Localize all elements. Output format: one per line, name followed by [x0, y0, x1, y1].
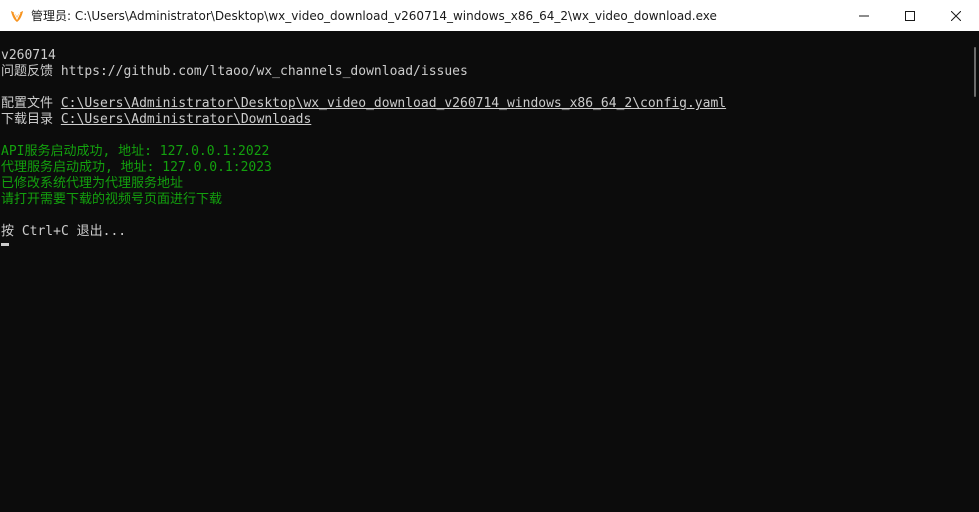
title-bar[interactable]: 管理员: C:\Users\Administrator\Desktop\wx_v… [0, 0, 979, 31]
issues-line: 问题反馈 https://github.com/ltaoo/wx_channel… [0, 64, 962, 80]
config-label: 配置文件 [1, 96, 54, 111]
close-button[interactable] [933, 0, 979, 31]
download-path-link[interactable]: C:\Users\Administrator\Downloads [61, 112, 311, 127]
proxy-status-line: 代理服务启动成功, 地址: 127.0.0.1:2023 [1, 160, 272, 175]
console-output[interactable]: v260714 问题反馈 https://github.com/ltaoo/wx… [0, 31, 962, 512]
config-line: 配置文件 C:\Users\Administrator\Desktop\wx_v… [0, 96, 962, 112]
issues-url[interactable]: https://github.com/ltaoo/wx_channels_dow… [61, 64, 468, 79]
config-path-link[interactable]: C:\Users\Administrator\Desktop\wx_video_… [61, 96, 726, 111]
window-controls [841, 0, 979, 31]
close-icon [951, 10, 961, 21]
issues-label: 问题反馈 [1, 64, 54, 79]
maximize-icon [905, 10, 915, 21]
vertical-scrollbar[interactable] [962, 31, 979, 512]
exit-hint-line: 按 Ctrl+C 退出... [1, 224, 127, 239]
text-cursor [1, 243, 9, 246]
scrollbar-thumb[interactable] [974, 47, 976, 97]
download-label: 下载目录 [1, 112, 54, 127]
download-line: 下载目录 C:\Users\Administrator\Downloads [0, 112, 962, 128]
window-title: 管理员: C:\Users\Administrator\Desktop\wx_v… [31, 9, 717, 23]
maximize-button[interactable] [887, 0, 933, 31]
minimize-icon [859, 15, 869, 16]
system-proxy-status-line: 已修改系统代理为代理服务地址 [1, 176, 184, 191]
api-status-line: API服务启动成功, 地址: 127.0.0.1:2022 [1, 144, 270, 159]
app-icon [9, 8, 25, 24]
minimize-button[interactable] [841, 0, 887, 31]
version-line: v260714 [1, 48, 56, 63]
instruction-line: 请打开需要下载的视频号页面进行下载 [1, 192, 223, 207]
terminal-window: 管理员: C:\Users\Administrator\Desktop\wx_v… [0, 0, 979, 512]
